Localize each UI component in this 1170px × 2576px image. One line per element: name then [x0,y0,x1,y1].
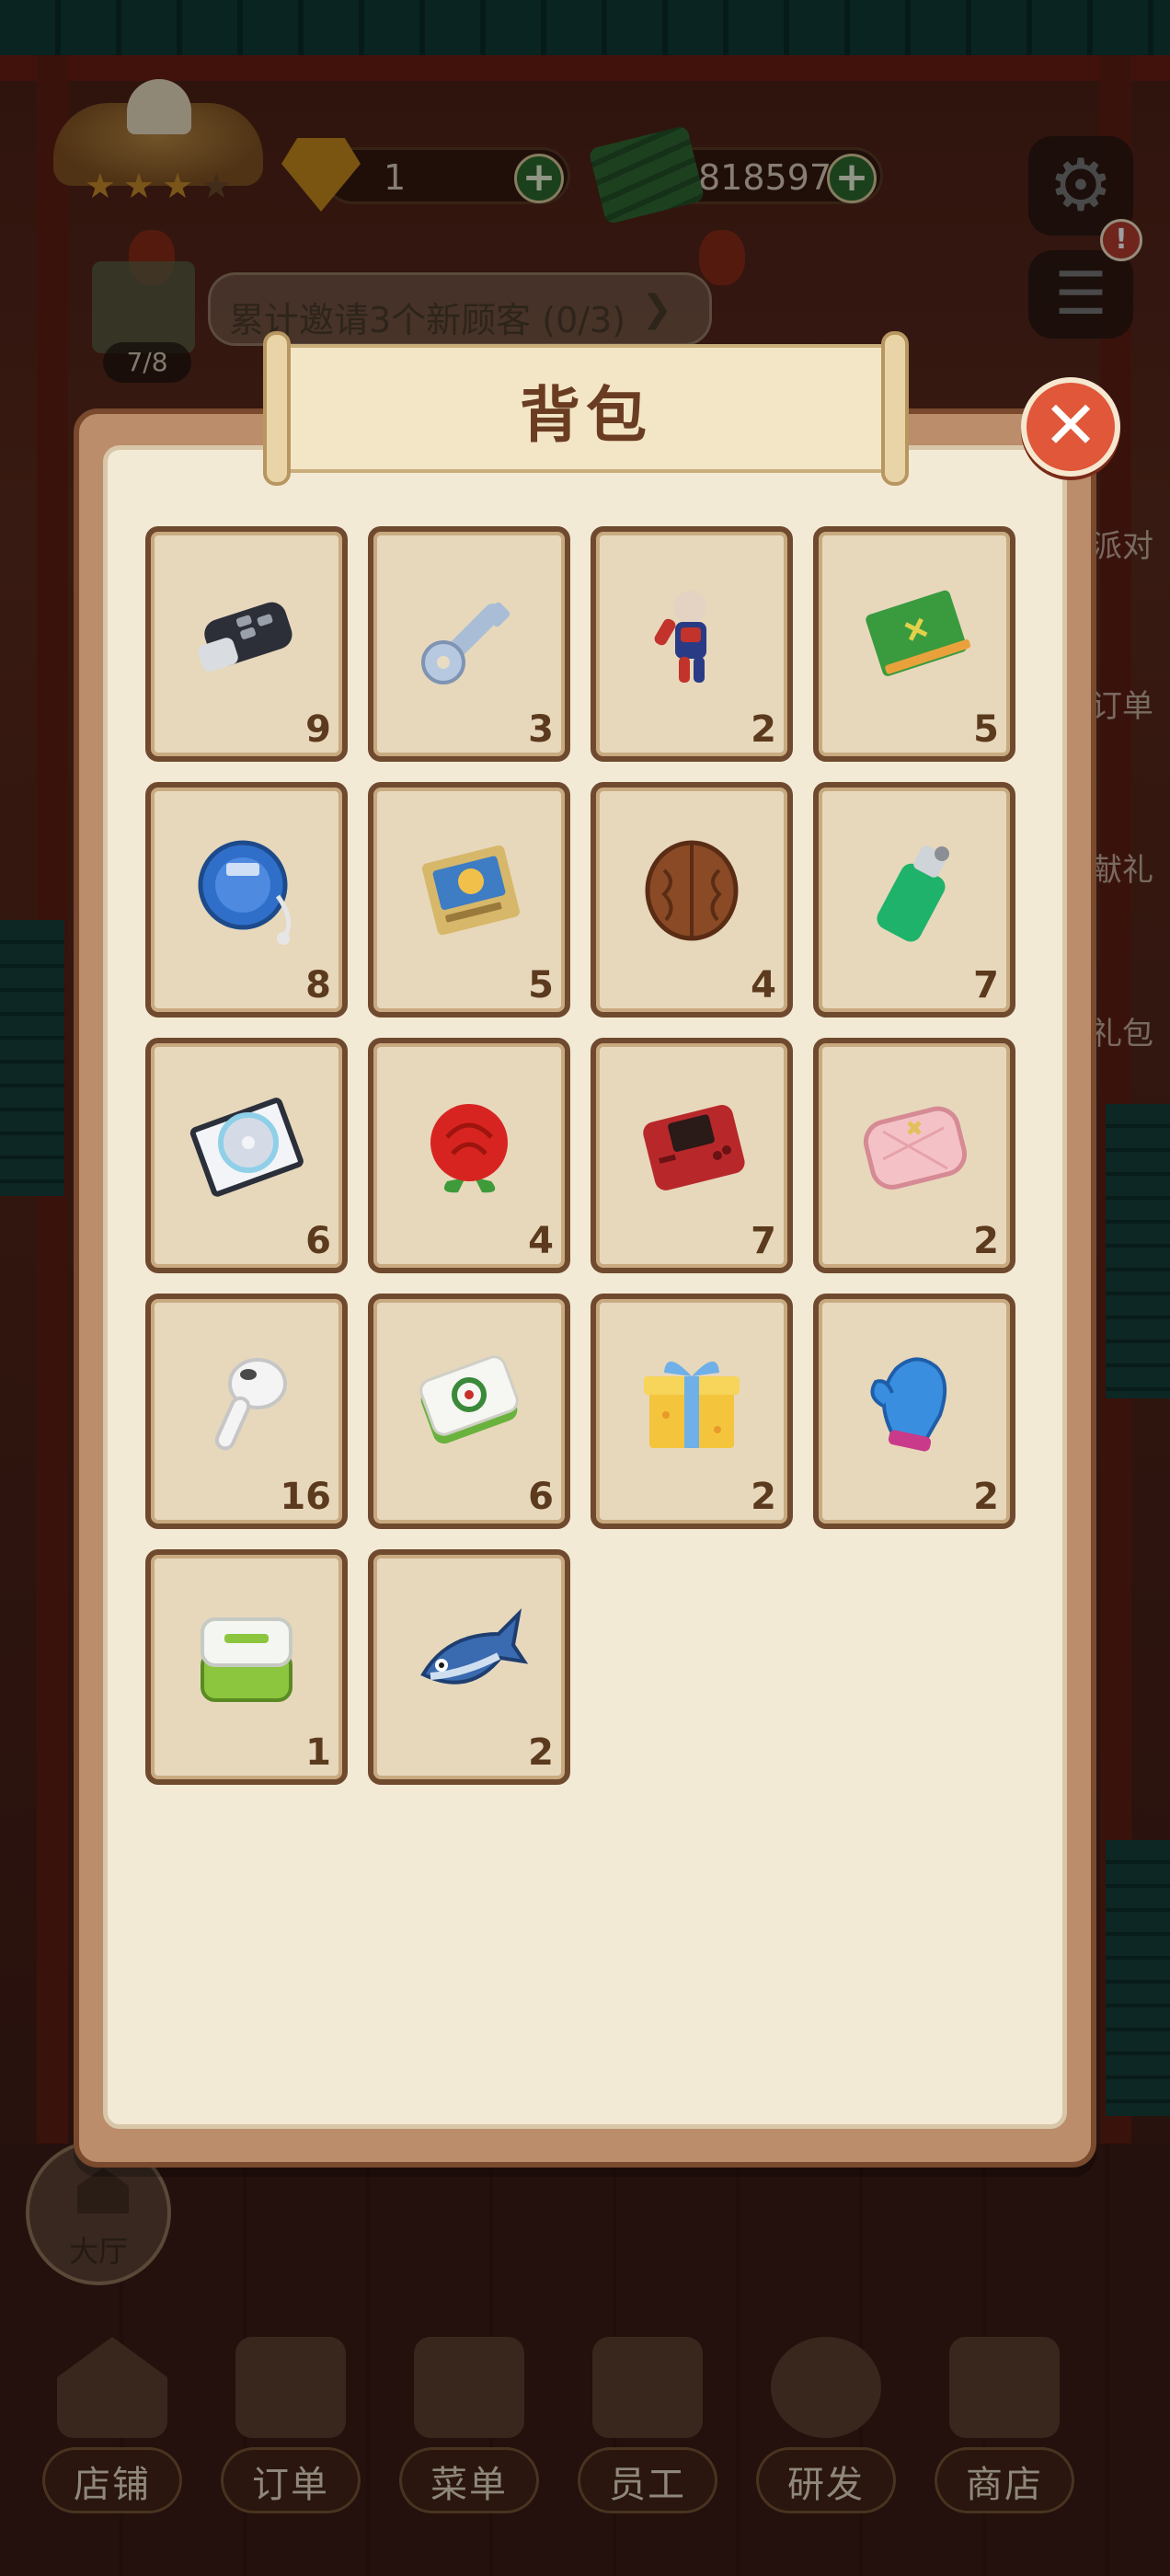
item-slot-earbud[interactable]: 16 [145,1294,348,1529]
trading-card-icon [421,845,520,936]
cd-player-icon [198,840,292,945]
item-slot-blue-mitten[interactable]: 2 [813,1294,1015,1529]
item-slot-walnut[interactable]: 4 [591,782,793,1018]
lighter-icon [877,845,949,942]
item-slot-red-rose[interactable]: 4 [368,1038,570,1273]
item-count: 7 [973,964,999,1006]
close-button[interactable]: ✕ [1021,377,1120,477]
item-count: 7 [751,1220,776,1262]
item-slot-trading-card[interactable]: 5 [368,782,570,1018]
item-slot-green-notebook[interactable]: 5 [813,526,1015,762]
lunch-box-icon [201,1617,292,1702]
blue-mitten-icon [870,1357,947,1452]
item-slot-mahjong-tile[interactable]: 6 [368,1294,570,1529]
item-count: 8 [305,964,331,1006]
cd-disc-icon [189,1098,304,1197]
item-slot-hero-figurine[interactable]: 2 [591,526,793,762]
item-count: 2 [973,1220,999,1262]
item-count: 2 [973,1476,999,1518]
item-slot-gift-box[interactable]: 2 [591,1294,793,1529]
car-key-fob-icon [198,602,292,672]
gift-box-icon [644,1361,740,1448]
item-count: 9 [305,708,331,751]
item-count: 5 [528,964,554,1006]
pink-purse-icon [863,1106,967,1190]
item-count: 4 [751,964,776,1006]
item-slot-key[interactable]: 3 [368,526,570,762]
item-count: 2 [528,1731,554,1774]
modal-title: 背包 [520,380,652,451]
item-slot-fish[interactable]: 2 [368,1549,570,1785]
item-count: 3 [528,708,554,751]
item-slot-lunch-box[interactable]: 1 [145,1549,348,1785]
item-slot-cd-disc[interactable]: 6 [145,1038,348,1273]
item-count: 16 [280,1476,331,1518]
item-slot-cd-player[interactable]: 8 [145,782,348,1018]
close-icon: ✕ [1042,386,1099,464]
item-slot-pink-purse[interactable]: 2 [813,1038,1015,1273]
item-count: 4 [528,1220,554,1262]
item-count: 6 [528,1476,554,1518]
handheld-console-icon [643,1105,745,1190]
title-scroll: 背包 [263,331,909,486]
hero-figurine-icon [654,591,706,683]
item-count: 2 [751,1476,776,1518]
item-slot-handheld-console[interactable]: 7 [591,1038,793,1273]
item-slot-lighter[interactable]: 7 [813,782,1015,1018]
earbud-icon [214,1358,287,1451]
item-count: 5 [973,708,999,751]
mahjong-tile-icon [419,1355,519,1444]
item-count: 1 [305,1731,331,1774]
key-icon [421,602,510,684]
fish-icon [420,1608,528,1685]
walnut-icon [645,840,739,941]
item-slot-car-key-fob[interactable]: 9 [145,526,348,762]
red-rose-icon [430,1104,508,1193]
item-count: 2 [751,708,776,751]
item-count: 6 [305,1220,331,1262]
green-notebook-icon [866,590,971,676]
